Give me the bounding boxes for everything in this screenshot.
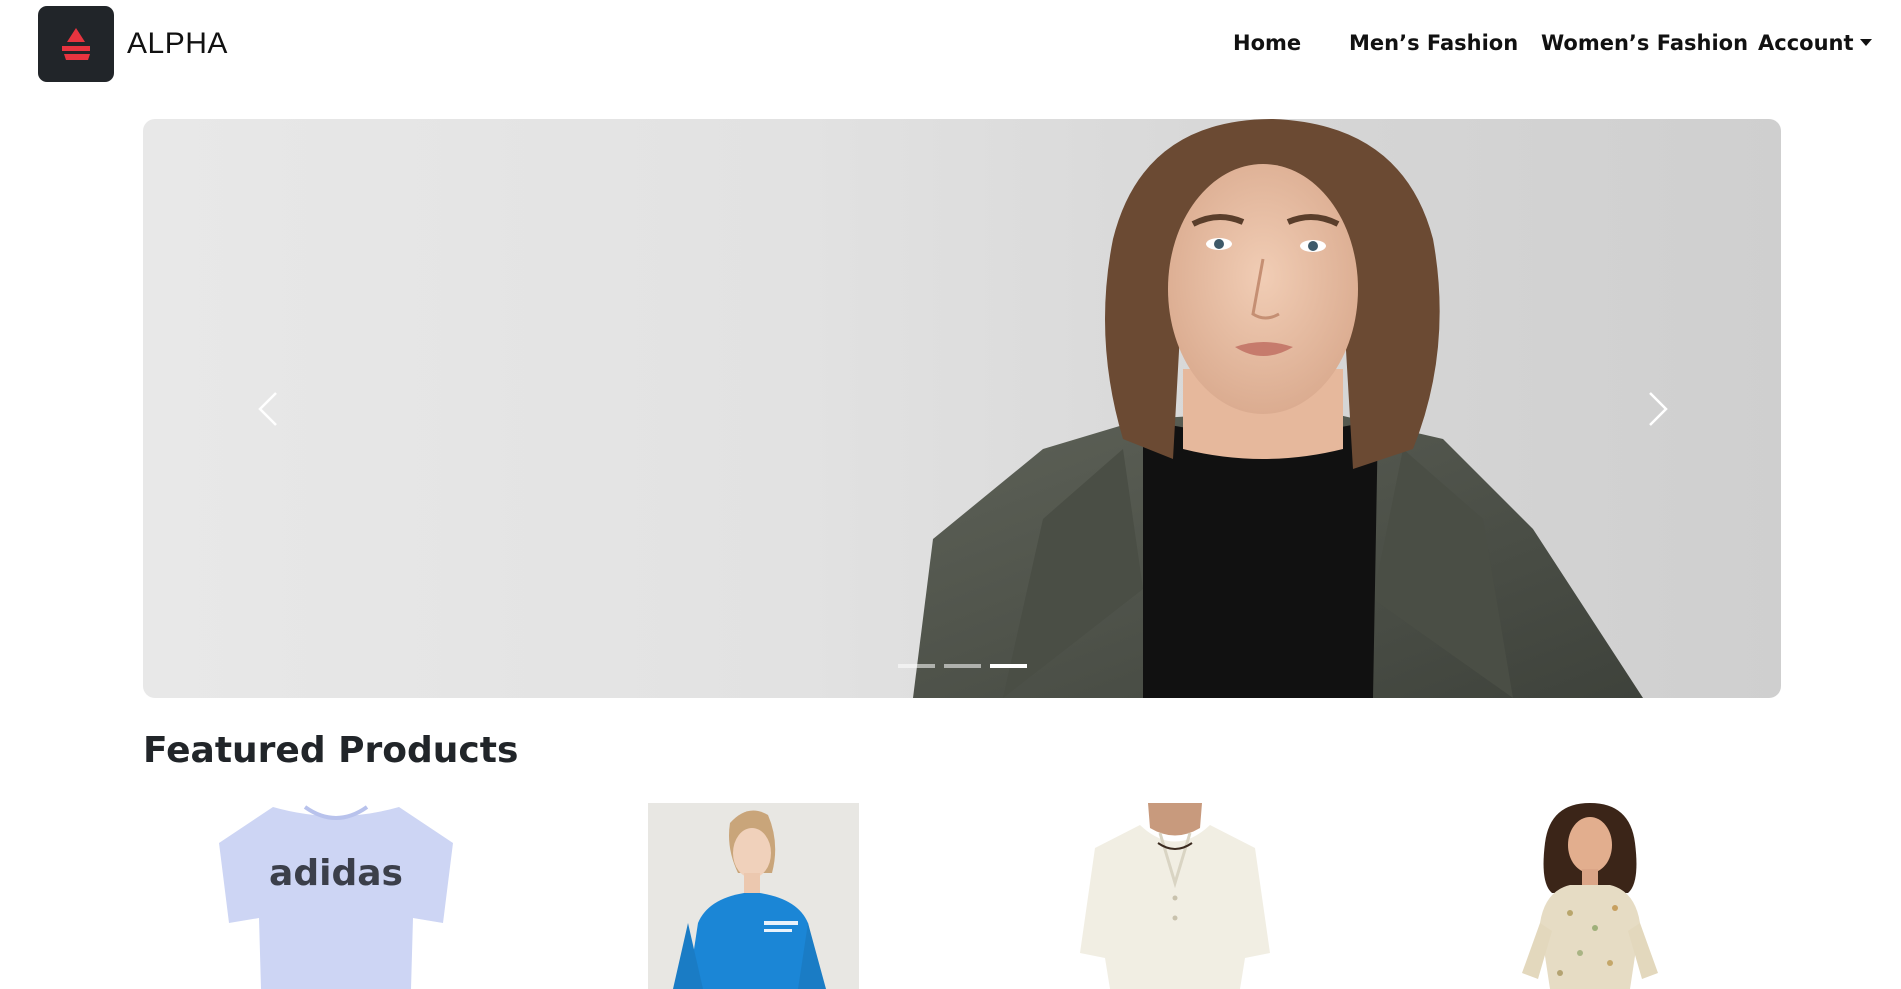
product-card-3[interactable] xyxy=(1070,803,1280,989)
product-card-1[interactable]: adidas xyxy=(213,803,460,989)
nav-womens-fashion[interactable]: Women’s Fashion xyxy=(1541,31,1748,55)
carousel-slide-image xyxy=(913,119,1643,698)
featured-products-title: Featured Products xyxy=(143,730,519,771)
carousel-indicator-2[interactable] xyxy=(943,664,981,668)
alpha-logo-icon xyxy=(38,6,114,82)
navbar: ALPHA Home Men’s Fashion Women’s Fashion… xyxy=(0,0,1901,90)
nav-mens-fashion[interactable]: Men’s Fashion xyxy=(1349,31,1518,55)
hero-carousel[interactable] xyxy=(143,119,1781,698)
carousel-indicator-1[interactable] xyxy=(897,664,935,668)
chevron-left-icon xyxy=(258,392,277,426)
carousel-next-button[interactable] xyxy=(1618,369,1698,449)
product-image-tshirt: adidas xyxy=(219,805,453,989)
caret-down-icon xyxy=(1859,39,1872,46)
nav-home[interactable]: Home xyxy=(1233,31,1301,55)
brand-link[interactable]: ALPHA xyxy=(38,6,228,82)
product-card-4[interactable] xyxy=(1500,803,1680,989)
nav-account-dropdown[interactable]: Account xyxy=(1758,31,1872,55)
product-card-2[interactable] xyxy=(648,803,859,989)
product-image-sweatshirt xyxy=(673,810,826,989)
carousel-indicator-3[interactable] xyxy=(989,664,1027,668)
carousel-indicators xyxy=(143,664,1781,668)
product-shirt-print: adidas xyxy=(269,853,403,894)
product-image-floral-dress xyxy=(1522,803,1658,989)
nav-account-label: Account xyxy=(1758,31,1854,55)
product-image-linen-shirt xyxy=(1080,803,1270,989)
carousel-prev-button[interactable] xyxy=(228,369,308,449)
chevron-right-icon xyxy=(1649,392,1668,426)
brand-name: ALPHA xyxy=(127,27,228,60)
